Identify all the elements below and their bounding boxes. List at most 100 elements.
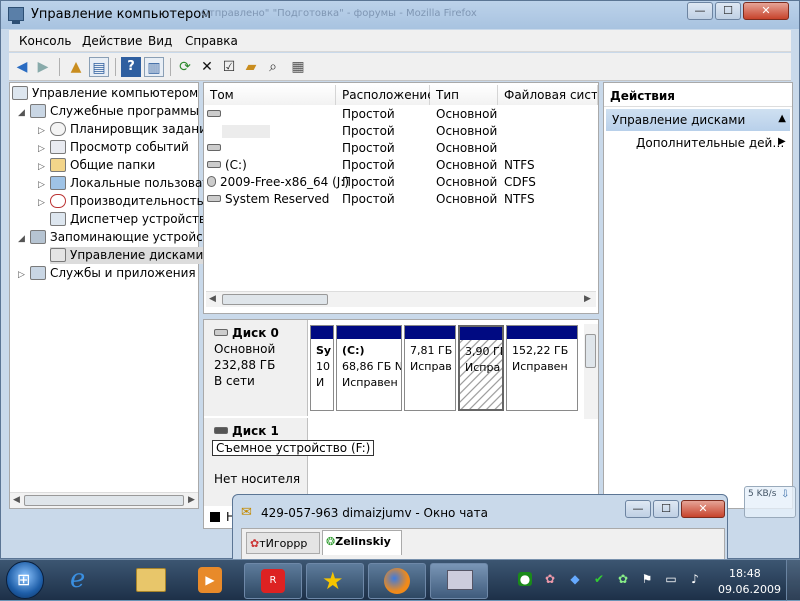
scroll-thumb[interactable] bbox=[222, 294, 328, 305]
tray-security-icon[interactable]: ◆ bbox=[568, 572, 582, 586]
tree-item-computer-management[interactable]: Управление компьютером (л bbox=[12, 85, 214, 102]
chat-tab[interactable]: ✿тИгорpp bbox=[246, 532, 320, 554]
chat-minimize-button[interactable]: — bbox=[625, 500, 651, 518]
menu-help[interactable]: Справка bbox=[185, 34, 238, 48]
tray-network-icon[interactable]: ● bbox=[518, 572, 532, 586]
scroll-thumb[interactable] bbox=[585, 334, 596, 368]
column-header-volume[interactable]: Том bbox=[204, 85, 336, 105]
tree-item-disk-management[interactable]: Управление дисками bbox=[50, 247, 208, 264]
column-header-type[interactable]: Тип bbox=[430, 85, 498, 105]
expand-arrow-icon[interactable]: ▷ bbox=[38, 123, 48, 140]
tray-app-icon[interactable]: ✿ bbox=[543, 572, 557, 586]
disk0-label[interactable]: Диск 0 Основной 232,88 ГБ В сети bbox=[204, 320, 308, 416]
tree-item-services-apps[interactable]: ▷ Службы и приложения bbox=[18, 265, 196, 282]
tools-icon bbox=[30, 104, 46, 118]
table-row[interactable]: System Reserved Простой Основной NTFS bbox=[204, 191, 598, 208]
table-row[interactable]: Простой Основной bbox=[204, 106, 598, 123]
forward-icon[interactable]: ▶ bbox=[33, 57, 53, 77]
legend-swatch bbox=[210, 512, 220, 522]
table-row[interactable]: 2009-Free-x86_64 (J:) Простой Основной CDFS bbox=[204, 174, 598, 191]
media-player-icon[interactable]: ▶ bbox=[198, 567, 222, 593]
clock-date[interactable]: 09.06.2009 bbox=[718, 583, 781, 596]
taskbar-button-star[interactable]: ★ bbox=[306, 563, 364, 599]
properties-icon[interactable]: ☑ bbox=[219, 57, 239, 77]
ie-icon[interactable]: ℯ bbox=[70, 564, 85, 594]
console-tree-icon[interactable]: ▤ bbox=[89, 57, 109, 77]
expand-arrow-icon[interactable]: ▷ bbox=[38, 195, 48, 212]
up-folder-icon[interactable]: ▲ bbox=[66, 57, 86, 77]
start-orb[interactable]: ⊞ bbox=[6, 561, 44, 599]
tray-volume-icon[interactable]: ♪ bbox=[688, 572, 702, 586]
clock-icon bbox=[50, 122, 66, 136]
disk1-label[interactable]: Диск 1 Съемное устройство (F:) Нет носит… bbox=[204, 418, 375, 506]
scroll-thumb[interactable] bbox=[24, 495, 184, 506]
tray-monitor-icon[interactable]: ▭ bbox=[664, 572, 678, 586]
refresh-icon[interactable]: ⟳ bbox=[175, 57, 195, 77]
tree-item-event-viewer[interactable]: ▷ Просмотр событий bbox=[38, 139, 189, 156]
close-button[interactable]: ✕ bbox=[743, 2, 789, 20]
scroll-left-icon[interactable]: ◀ bbox=[209, 294, 216, 304]
tray-check-icon[interactable]: ✔ bbox=[592, 572, 606, 586]
expand-arrow-icon[interactable]: ▷ bbox=[18, 267, 28, 284]
scroll-right-icon[interactable]: ▶ bbox=[584, 294, 591, 304]
taskbar-button-app[interactable]: R bbox=[244, 563, 302, 599]
expand-arrow-icon[interactable]: ▷ bbox=[38, 177, 48, 194]
tray-flag-icon[interactable]: ⚑ bbox=[640, 572, 654, 586]
tree-item-system-tools[interactable]: ◢ Служебные программы bbox=[18, 103, 199, 120]
tree-item-storage[interactable]: ◢ Запоминающие устройст bbox=[18, 229, 210, 246]
show-desktop-button[interactable] bbox=[786, 560, 800, 601]
chat-close-button[interactable]: ✕ bbox=[681, 500, 725, 518]
explorer-icon[interactable] bbox=[136, 568, 166, 592]
partition-5[interactable]: 152,22 ГБ Исправен bbox=[506, 325, 578, 411]
maximize-button[interactable]: ☐ bbox=[715, 2, 741, 20]
search-icon[interactable]: ⌕ bbox=[263, 57, 283, 77]
open-icon[interactable]: ▰ bbox=[241, 57, 261, 77]
scroll-left-icon[interactable]: ◀ bbox=[13, 495, 20, 505]
chat-window[interactable]: ✉ 429-057-963 dimaizjumv - Окно чата — ☐… bbox=[232, 494, 728, 563]
wizard-icon[interactable]: ▦ bbox=[288, 57, 308, 77]
partition-system-reserved[interactable]: Sy 10 И bbox=[310, 325, 334, 411]
column-header-filesystem[interactable]: Файловая систем bbox=[498, 85, 598, 105]
tree-item-local-users[interactable]: ▷ Локальные пользовате bbox=[38, 175, 217, 192]
back-icon[interactable]: ◀ bbox=[12, 57, 32, 77]
table-row[interactable]: Простой Основной bbox=[204, 140, 598, 157]
table-row[interactable]: (C:) Простой Основной NTFS bbox=[204, 157, 598, 174]
disk-vertical-scrollbar[interactable] bbox=[584, 324, 598, 419]
delete-icon[interactable]: ✕ bbox=[197, 57, 217, 77]
tray-icq-icon[interactable]: ✿ bbox=[616, 572, 630, 586]
help-icon[interactable]: ? bbox=[121, 57, 141, 77]
properties-pane-icon[interactable]: ▥ bbox=[144, 57, 164, 77]
tree-item-performance[interactable]: ▷ Производительность bbox=[38, 193, 204, 210]
tree-item-task-scheduler[interactable]: ▷ Планировщик заданий bbox=[38, 121, 215, 138]
menu-action[interactable]: Действие bbox=[82, 34, 142, 48]
expand-arrow-icon[interactable]: ▷ bbox=[38, 141, 48, 158]
clock-time[interactable]: 18:48 bbox=[729, 567, 761, 580]
more-actions-item[interactable]: Дополнительные дей… ▶ bbox=[636, 136, 786, 150]
expand-arrow-icon[interactable]: ▷ bbox=[38, 159, 48, 176]
table-row[interactable]: Простой Основной bbox=[204, 123, 598, 140]
taskbar-button-computer-management[interactable] bbox=[430, 563, 488, 599]
menu-console[interactable]: Консоль bbox=[19, 34, 71, 48]
collapse-icon[interactable]: ▲ bbox=[778, 113, 786, 124]
partition-4-selected[interactable]: 3,90 ГБ Испра bbox=[458, 325, 504, 411]
tree-item-shared-folders[interactable]: ▷ Общие папки bbox=[38, 157, 155, 174]
partition-c[interactable]: (C:) 68,86 ГБ N Исправен bbox=[336, 325, 402, 411]
actions-section-header[interactable]: Управление дисками ▲ bbox=[606, 109, 790, 131]
partition-3[interactable]: 7,81 ГБ Исправ bbox=[404, 325, 456, 411]
collapse-arrow-icon[interactable]: ◢ bbox=[18, 231, 28, 248]
removable-disk-icon bbox=[214, 427, 228, 434]
menu-view[interactable]: Вид bbox=[148, 34, 172, 48]
chat-maximize-button[interactable]: ☐ bbox=[653, 500, 679, 518]
title-bar[interactable]: Управление компьютером Отправлено" "Подг… bbox=[1, 1, 799, 29]
tree-item-device-manager[interactable]: Диспетчер устройств bbox=[50, 211, 206, 228]
column-header-layout[interactable]: Расположение bbox=[336, 85, 435, 105]
actions-pane: Действия Управление дисками ▲ Дополнитель… bbox=[603, 82, 793, 509]
chat-title: 429-057-963 dimaizjumv - Окно чата bbox=[261, 506, 488, 520]
volume-horizontal-scrollbar[interactable]: ◀ ▶ bbox=[206, 291, 596, 307]
tree-horizontal-scrollbar[interactable]: ◀ ▶ bbox=[10, 492, 198, 508]
minimize-button[interactable]: — bbox=[687, 2, 713, 20]
scroll-right-icon[interactable]: ▶ bbox=[188, 495, 195, 505]
chat-tab-active[interactable]: ❂Zelinskiy bbox=[322, 530, 402, 555]
collapse-arrow-icon[interactable]: ◢ bbox=[18, 105, 28, 122]
taskbar-button-firefox[interactable] bbox=[368, 563, 426, 599]
